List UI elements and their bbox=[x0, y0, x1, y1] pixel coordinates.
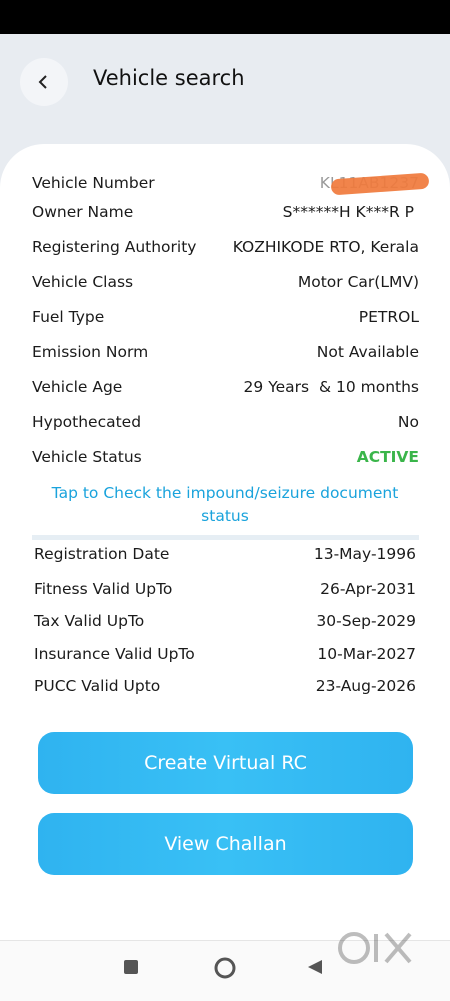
detail-value: 29 Years & 10 months bbox=[243, 378, 419, 396]
detail-label: Fuel Type bbox=[32, 308, 105, 326]
validity-value: 23-Aug-2026 bbox=[315, 677, 416, 695]
validity-label: Registration Date bbox=[34, 545, 170, 563]
home-button[interactable] bbox=[213, 956, 237, 984]
status-badge: ACTIVE bbox=[356, 448, 419, 466]
detail-value: PETROL bbox=[358, 308, 419, 326]
detail-label: Vehicle Number bbox=[32, 174, 155, 192]
detail-label: Registering Authority bbox=[32, 238, 197, 256]
detail-label: Vehicle Class bbox=[32, 273, 134, 291]
validity-row-tax: Tax Valid UpTo 30-Sep-2029 bbox=[34, 612, 416, 636]
validity-value: 26-Apr-2031 bbox=[320, 580, 416, 598]
header: Vehicle search bbox=[0, 34, 450, 144]
validity-row-registration: Registration Date 13-May-1996 bbox=[34, 545, 416, 569]
validity-label: PUCC Valid Upto bbox=[34, 677, 161, 695]
validity-label: Tax Valid UpTo bbox=[34, 612, 145, 630]
detail-row-owner: Owner Name S******H K***R P bbox=[32, 203, 419, 227]
detail-label: Hypothecated bbox=[32, 413, 142, 431]
impound-status-link[interactable]: Tap to Check the impound/seizure documen… bbox=[40, 482, 410, 528]
validity-value: 13-May-1996 bbox=[313, 545, 416, 563]
create-virtual-rc-button[interactable]: Create Virtual RC bbox=[38, 732, 413, 794]
detail-row-age: Vehicle Age 29 Years & 10 months bbox=[32, 378, 419, 402]
view-challan-button[interactable]: View Challan bbox=[38, 813, 413, 875]
detail-row-status: Vehicle Status ACTIVE bbox=[32, 448, 419, 472]
recents-button[interactable] bbox=[123, 959, 139, 979]
detail-value: KOZHIKODE RTO, Kerala bbox=[232, 238, 419, 256]
square-icon bbox=[124, 960, 138, 974]
validity-value: 30-Sep-2029 bbox=[316, 612, 416, 630]
circle-icon bbox=[214, 957, 236, 979]
detail-value: S******H K***R P bbox=[282, 203, 414, 221]
detail-label: Emission Norm bbox=[32, 343, 149, 361]
detail-value: No bbox=[397, 413, 419, 431]
triangle-left-icon bbox=[308, 960, 322, 974]
olx-watermark bbox=[338, 932, 412, 964]
status-bar bbox=[0, 0, 450, 34]
validity-row-fitness: Fitness Valid UpTo 26-Apr-2031 bbox=[34, 580, 416, 604]
validity-label: Insurance Valid UpTo bbox=[34, 645, 195, 663]
detail-label: Vehicle Status bbox=[32, 448, 142, 466]
detail-label: Owner Name bbox=[32, 203, 134, 221]
validity-label: Fitness Valid UpTo bbox=[34, 580, 173, 598]
divider bbox=[32, 535, 419, 540]
detail-label: Vehicle Age bbox=[32, 378, 123, 396]
detail-value: Not Available bbox=[316, 343, 419, 361]
detail-row-hypothecated: Hypothecated No bbox=[32, 413, 419, 437]
detail-row-class: Vehicle Class Motor Car(LMV) bbox=[32, 273, 419, 297]
validity-value: 10-Mar-2027 bbox=[317, 645, 416, 663]
page-title: Vehicle search bbox=[93, 66, 245, 90]
back-button[interactable] bbox=[20, 58, 68, 106]
validity-row-pucc: PUCC Valid Upto 23-Aug-2026 bbox=[34, 677, 416, 701]
detail-row-emission: Emission Norm Not Available bbox=[32, 343, 419, 367]
detail-row-vehicle-number: Vehicle Number KL11AB1237 bbox=[32, 172, 430, 198]
chevron-left-icon bbox=[38, 75, 47, 89]
validity-row-insurance: Insurance Valid UpTo 10-Mar-2027 bbox=[34, 645, 416, 669]
detail-row-authority: Registering Authority KOZHIKODE RTO, Ker… bbox=[32, 238, 419, 262]
detail-value: Motor Car(LMV) bbox=[297, 273, 419, 291]
detail-row-fuel: Fuel Type PETROL bbox=[32, 308, 419, 332]
back-nav-button[interactable] bbox=[307, 959, 323, 979]
